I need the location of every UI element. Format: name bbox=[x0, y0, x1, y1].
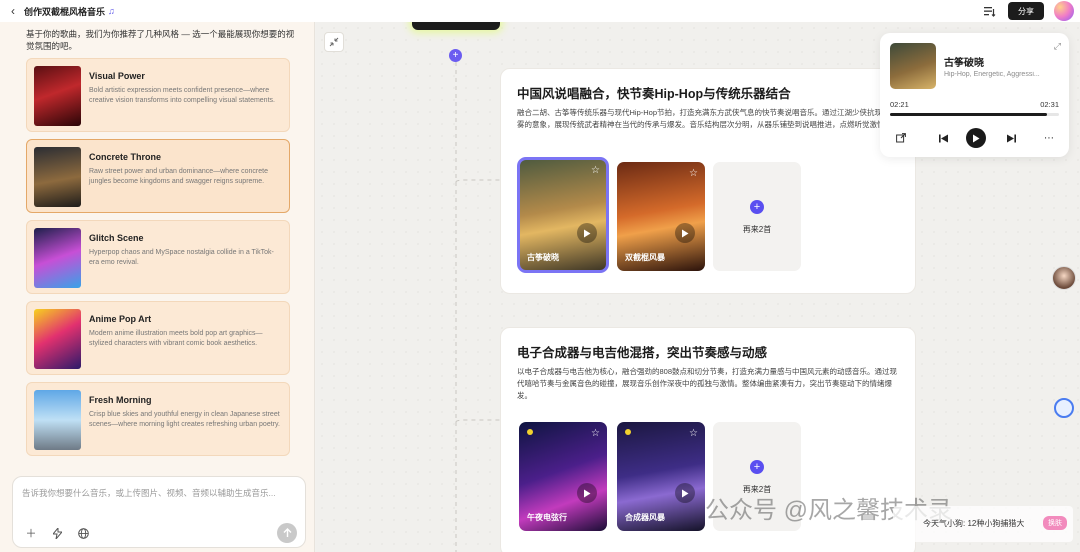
style-thumbnail bbox=[34, 309, 81, 369]
progress-bar[interactable] bbox=[890, 113, 1059, 116]
song-card[interactable]: ☆ 合成器风暴 bbox=[617, 422, 705, 531]
star-icon[interactable]: ☆ bbox=[689, 168, 698, 179]
new-indicator bbox=[625, 429, 631, 435]
style-card-desc: Crisp blue skies and youthful energy in … bbox=[89, 411, 280, 428]
style-card-visual-power[interactable]: Visual Power Bold artistic expression me… bbox=[26, 58, 290, 132]
lightning-icon[interactable] bbox=[49, 525, 65, 541]
star-icon[interactable]: ☆ bbox=[591, 428, 600, 439]
style-card-title: Fresh Morning bbox=[89, 395, 152, 405]
play-icon[interactable] bbox=[675, 223, 695, 243]
source-song-node[interactable] bbox=[412, 22, 500, 30]
song-title: 合成器风暴 bbox=[625, 513, 665, 522]
style-thumbnail bbox=[34, 390, 81, 450]
notification-ticker: 今天气小狗: 12种小狗捕猎大 换肤 bbox=[893, 506, 1073, 542]
player-cover bbox=[890, 43, 936, 89]
style-card-desc: Bold artistic expression meets confident… bbox=[89, 87, 275, 104]
progress-fill bbox=[890, 113, 1048, 116]
ticker-text: 今天气小狗: 12种小狗捕猎大 bbox=[923, 519, 1025, 528]
style-card-fresh-morning[interactable]: Fresh Morning Crisp blue skies and youth… bbox=[26, 382, 290, 456]
section-title: 中国风说唱融合，快节奏Hip-Hop与传统乐器结合 bbox=[517, 87, 791, 101]
style-card-desc: Hyperpop chaos and MySpace nostalgia col… bbox=[89, 249, 274, 266]
player-song-tags: Hip-Hop, Energetic, Aggressi... bbox=[944, 71, 1040, 78]
more-songs-label: 再来2首 bbox=[742, 225, 772, 234]
style-card-concrete-throne[interactable]: Concrete Throne Raw street power and urb… bbox=[26, 139, 290, 213]
style-card-title: Concrete Throne bbox=[89, 152, 162, 162]
star-icon[interactable]: ☆ bbox=[591, 165, 600, 176]
style-card-title: Anime Pop Art bbox=[89, 314, 152, 324]
open-external-icon[interactable] bbox=[894, 128, 908, 148]
star-icon[interactable]: ☆ bbox=[689, 428, 698, 439]
previous-icon[interactable] bbox=[936, 128, 950, 148]
style-card-anime-pop-art[interactable]: Anime Pop Art Modern anime illustration … bbox=[26, 301, 290, 375]
expand-icon[interactable]: ⤢ bbox=[1054, 41, 1061, 52]
song-card[interactable]: ☆ 午夜电弦行 bbox=[519, 422, 607, 531]
play-icon[interactable] bbox=[577, 223, 597, 243]
top-bar: ‹ 创作双截棍风格音乐 ♫ 分享 bbox=[0, 0, 1080, 22]
song-title: 古筝破晓 bbox=[527, 253, 559, 262]
style-panel: 基于你的歌曲，我们为你推荐了几种风格 — 选一个最能展现你想要的视觉氛围的吧。 … bbox=[0, 22, 315, 552]
total-time: 02:31 bbox=[1040, 100, 1059, 109]
style-thumbnail bbox=[34, 228, 81, 288]
prompt-input[interactable]: 告诉我你想要什么音乐，或上传图片、视频、音频以辅助生成音乐... bbox=[22, 487, 276, 499]
page-title: 创作双截棍风格音乐 bbox=[24, 6, 106, 17]
user-avatar[interactable] bbox=[1054, 1, 1074, 21]
prompt-input-box[interactable]: 告诉我你想要什么音乐，或上传图片、视频、音频以辅助生成音乐... ＋ bbox=[12, 476, 306, 548]
new-indicator bbox=[527, 429, 533, 435]
add-icon[interactable]: ＋ bbox=[23, 525, 39, 541]
add-branch-icon[interactable]: + bbox=[449, 49, 462, 62]
more-songs-card[interactable]: + 再来2首 bbox=[713, 162, 801, 271]
current-time: 02:21 bbox=[890, 100, 909, 109]
assistant-avatar[interactable] bbox=[1052, 266, 1076, 290]
style-card-desc: Modern anime illustration meets bold pop… bbox=[89, 330, 263, 347]
song-title: 双截棍风暴 bbox=[625, 253, 665, 262]
song-card[interactable]: ☆ 双截棍风暴 bbox=[617, 162, 705, 271]
player-song-title: 古筝破晓 bbox=[944, 58, 984, 69]
play-icon[interactable] bbox=[577, 483, 597, 503]
style-thumbnail bbox=[34, 66, 81, 126]
globe-icon[interactable] bbox=[75, 525, 91, 541]
style-card-glitch-scene[interactable]: Glitch Scene Hyperpop chaos and MySpace … bbox=[26, 220, 290, 294]
style-thumbnail bbox=[34, 147, 81, 207]
section-description: 融合二胡、古筝等传统乐器与现代Hip-Hop节拍，打造充满东方武侠气息的快节奏说… bbox=[517, 108, 897, 129]
style-section-1: 中国风说唱融合，快节奏Hip-Hop与传统乐器结合 融合二胡、古筝等传统乐器与现… bbox=[500, 68, 916, 294]
more-options-icon[interactable]: ⋯ bbox=[1042, 128, 1056, 148]
style-card-title: Glitch Scene bbox=[89, 233, 144, 243]
song-title: 午夜电弦行 bbox=[527, 513, 567, 522]
playlist-queue-icon[interactable] bbox=[982, 3, 998, 19]
music-note-icon: ♫ bbox=[108, 6, 115, 16]
next-icon[interactable] bbox=[1004, 128, 1018, 148]
play-icon[interactable] bbox=[675, 483, 695, 503]
style-intro-text: 基于你的歌曲，我们为你推荐了几种风格 — 选一个最能展现你想要的视觉氛围的吧。 bbox=[26, 29, 295, 51]
send-button[interactable] bbox=[277, 523, 297, 543]
style-card-desc: Raw street power and urban dominance—whe… bbox=[89, 168, 268, 185]
play-pause-button[interactable] bbox=[966, 128, 986, 148]
song-card[interactable]: ☆ 古筝破晓 bbox=[517, 157, 609, 273]
share-button[interactable]: 分享 bbox=[1008, 2, 1044, 20]
ticker-tag[interactable]: 换肤 bbox=[1043, 516, 1067, 530]
mini-player: 古筝破晓 Hip-Hop, Energetic, Aggressi... ⤢ 0… bbox=[880, 33, 1069, 157]
back-arrow-icon[interactable]: ‹ bbox=[6, 4, 20, 18]
section-description: 以电子合成器与电吉他为核心，融合强劲的808鼓点和切分节奏，打造充满力量感与中国… bbox=[517, 367, 897, 400]
section-title: 电子合成器与电吉他混搭，突出节奏感与动感 bbox=[517, 346, 768, 360]
assistant-helper-icon[interactable] bbox=[1054, 398, 1074, 418]
add-icon: + bbox=[750, 200, 764, 214]
style-card-title: Visual Power bbox=[89, 71, 145, 81]
add-icon: + bbox=[750, 460, 764, 474]
